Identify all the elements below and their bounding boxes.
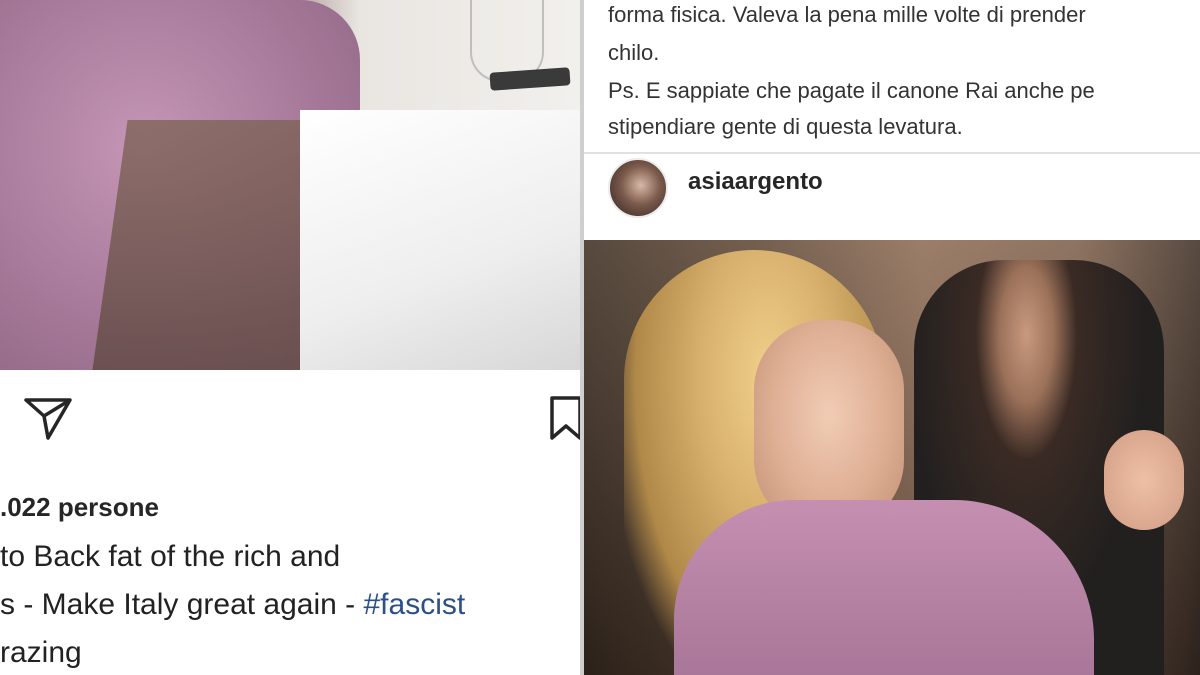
photo-face — [754, 320, 904, 530]
post-action-bar — [0, 370, 580, 462]
send-icon[interactable] — [22, 394, 74, 442]
post-caption-line: chilo. — [608, 40, 660, 65]
caption-line: to Back fat of the rich and — [0, 540, 341, 573]
caption-line: s - Make Italy great again - #fascist — [0, 588, 465, 622]
left-post-panel: .022 persone to Back fat of the rich and… — [0, 0, 580, 675]
photo-tablecloth — [300, 110, 580, 370]
photo-hand — [1104, 430, 1184, 530]
caption-line: razing — [0, 636, 82, 669]
post-caption-line: Ps. E sappiate che pagate il canone Rai … — [608, 78, 1095, 103]
photo-sweater — [674, 500, 1094, 675]
post-caption-line: stipendiare gente di questa levatura. — [608, 114, 963, 139]
post-photo-left[interactable] — [0, 0, 580, 370]
likes-count[interactable]: .022 persone — [0, 492, 159, 523]
post-caption-line: forma fisica. Valeva la pena mille volte… — [608, 2, 1086, 27]
bookmark-icon[interactable] — [546, 394, 580, 442]
avatar[interactable] — [608, 158, 668, 218]
hashtag-link[interactable]: #fascist — [364, 588, 466, 621]
post-photo-right[interactable] — [584, 240, 1200, 675]
right-post-panel: forma fisica. Valeva la pena mille volte… — [584, 0, 1200, 675]
username-link[interactable]: asiaargento — [688, 168, 823, 196]
separator — [584, 152, 1200, 154]
caption-text: s - Make Italy great again - — [0, 588, 364, 621]
